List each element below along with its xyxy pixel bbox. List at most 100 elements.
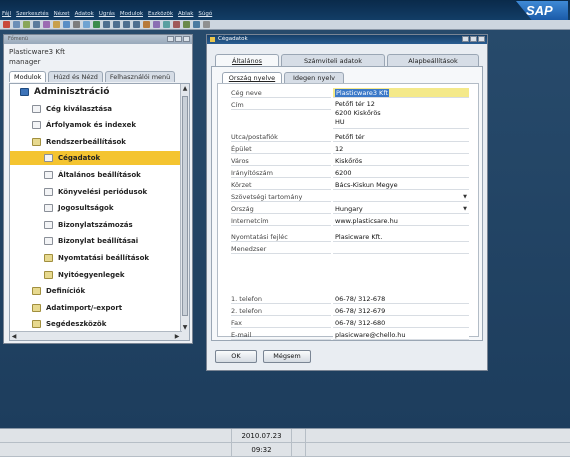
window-icon (210, 37, 215, 42)
minimize-icon[interactable] (462, 36, 469, 42)
document-icon (32, 121, 41, 130)
folder-icon (44, 270, 53, 279)
tab-modules[interactable]: Modulok (9, 71, 47, 82)
field-value[interactable]: Plasicware Kft. (333, 232, 469, 242)
menu-item[interactable]: Ugrás (99, 11, 115, 17)
scroll-left-icon[interactable]: ◀ (11, 333, 17, 340)
main-menu-titlebar[interactable]: Főmenü (4, 35, 192, 44)
company-details-titlebar[interactable]: Cégadatok (207, 35, 487, 44)
close-icon[interactable] (478, 36, 485, 42)
field-label: Utca/postafiók (231, 132, 331, 142)
gross-profit-icon[interactable] (183, 21, 190, 28)
tree-item[interactable]: Cég kiválasztása (10, 102, 182, 116)
minimize-icon[interactable] (167, 36, 174, 42)
help-icon[interactable] (203, 21, 210, 28)
general-tab-panel: Ország nyelve Idegen nyelv Cég neve Plast… (211, 66, 483, 341)
field-value[interactable]: 06-78/ 312-678 (333, 294, 469, 304)
tree-item[interactable]: Általános beállítások (10, 168, 182, 182)
field-value[interactable]: Petőfi tér 12 6200 Kiskőrös HU (333, 100, 469, 129)
field-value[interactable]: Petőfi tér (333, 132, 469, 142)
field-value[interactable]: 12 (333, 144, 469, 154)
menu-item[interactable]: Modulok (120, 11, 143, 17)
field-value[interactable]: Kiskőrös (333, 156, 469, 166)
target-document-icon[interactable] (173, 21, 180, 28)
field-value[interactable]: 06-78/ 312-679 (333, 306, 469, 316)
field-value[interactable]: 06-78/ 312-680 (333, 318, 469, 328)
tab-drag-relate[interactable]: Húzd és Nézd (48, 71, 103, 82)
tab-user-menu[interactable]: Felhasználói menü (104, 71, 176, 82)
sms-icon[interactable] (33, 21, 40, 28)
base-document-icon[interactable] (163, 21, 170, 28)
next-record-icon[interactable] (123, 21, 130, 28)
dropdown-arrow-icon[interactable]: ▼ (463, 192, 467, 202)
tree-item[interactable]: Könyvelési periódusok (10, 185, 182, 199)
tree-horizontal-scrollbar[interactable]: ◀ ▶ (10, 331, 182, 340)
menu-item[interactable]: Ablak (178, 11, 193, 17)
filter-icon[interactable] (143, 21, 150, 28)
menu-item[interactable]: Szerkesztés (16, 11, 49, 17)
field-label: Internetcím (231, 216, 331, 226)
tree-item-label: Jogosultságok (58, 204, 114, 213)
preview-icon[interactable] (13, 21, 20, 28)
tree-item[interactable]: Rendszerbeállítások (10, 135, 182, 149)
tree-item[interactable]: Nyitóegyenlegek (10, 268, 182, 282)
tree-item[interactable]: Adatimport/-export (10, 301, 182, 315)
previous-record-icon[interactable] (113, 21, 120, 28)
tree-item[interactable]: Nyomtatási beállítások (10, 251, 182, 265)
tree-item-label: Könyvelési periódusok (58, 187, 148, 196)
last-record-icon[interactable] (133, 21, 140, 28)
scroll-thumb[interactable] (182, 96, 188, 316)
tree-item[interactable]: Árfolyamok és indexek (10, 118, 182, 132)
subtab-local-language[interactable]: Ország nyelve (222, 72, 282, 83)
main-menu-window: Főmenü Plasticware3 Kft manager Modulok … (3, 34, 193, 344)
subtab-foreign-language[interactable]: Idegen nyelv (284, 72, 344, 83)
tree-item[interactable]: Bizonylat beállításai (10, 234, 182, 248)
field-value[interactable]: plasicware@chello.hu (333, 330, 469, 340)
tree-item[interactable]: Adminisztráció (10, 85, 182, 99)
field-value[interactable]: Plasticware3 Kft (333, 88, 469, 98)
email-icon[interactable] (23, 21, 30, 28)
pdf-icon[interactable] (73, 21, 80, 28)
scroll-up-icon[interactable]: ▲ (182, 85, 188, 92)
ok-button[interactable]: OK (215, 350, 257, 363)
tree-item[interactable]: Bizonylatszámozás (10, 218, 182, 232)
field-value[interactable]: www.plasticsare.hu (333, 216, 469, 226)
scroll-right-icon[interactable]: ▶ (174, 333, 180, 340)
word-icon[interactable] (63, 21, 70, 28)
document-icon (44, 187, 53, 196)
sort-icon[interactable] (153, 21, 160, 28)
tab-general[interactable]: Általános (215, 54, 279, 66)
scroll-down-icon[interactable]: ▼ (182, 324, 188, 331)
field-value[interactable]: Bács-Kiskun Megye (333, 180, 469, 190)
tree-vertical-scrollbar[interactable]: ▲ ▼ (180, 84, 189, 340)
tree-item[interactable]: Jogosultságok (10, 201, 182, 215)
excel-icon[interactable] (53, 21, 60, 28)
field-value[interactable]: ▼ (333, 192, 469, 202)
tab-basic-initialization[interactable]: Alapbeállítások (387, 54, 479, 66)
menu-item[interactable]: Nézet (54, 11, 70, 17)
fax-icon[interactable] (43, 21, 50, 28)
document-icon (44, 204, 53, 213)
menu-item[interactable]: Fájl (2, 11, 11, 17)
settings-icon[interactable] (193, 21, 200, 28)
field-value[interactable]: Hungary ▼ (333, 204, 469, 214)
tree-item[interactable]: Definíciók (10, 284, 182, 298)
maximize-icon[interactable] (470, 36, 477, 42)
field-value[interactable] (333, 244, 469, 254)
find-icon[interactable] (83, 21, 90, 28)
cancel-button[interactable]: Mégsem (263, 350, 311, 363)
close-icon[interactable] (183, 36, 190, 42)
dropdown-arrow-icon[interactable]: ▼ (463, 204, 467, 214)
tree-item[interactable]: Segédeszközök (10, 317, 182, 331)
menu-item[interactable]: Súgó (198, 11, 212, 17)
menu-item[interactable]: Adatok (75, 11, 94, 17)
field-value[interactable]: 6200 (333, 168, 469, 178)
maximize-icon[interactable] (175, 36, 182, 42)
print-icon[interactable] (3, 21, 10, 28)
folder-icon (32, 287, 41, 296)
add-icon[interactable] (93, 21, 100, 28)
tab-accounting-data[interactable]: Számviteli adatok (281, 54, 385, 66)
menu-item[interactable]: Eszközök (148, 11, 173, 17)
first-record-icon[interactable] (103, 21, 110, 28)
tree-item[interactable]: Cégadatok (10, 151, 182, 166)
